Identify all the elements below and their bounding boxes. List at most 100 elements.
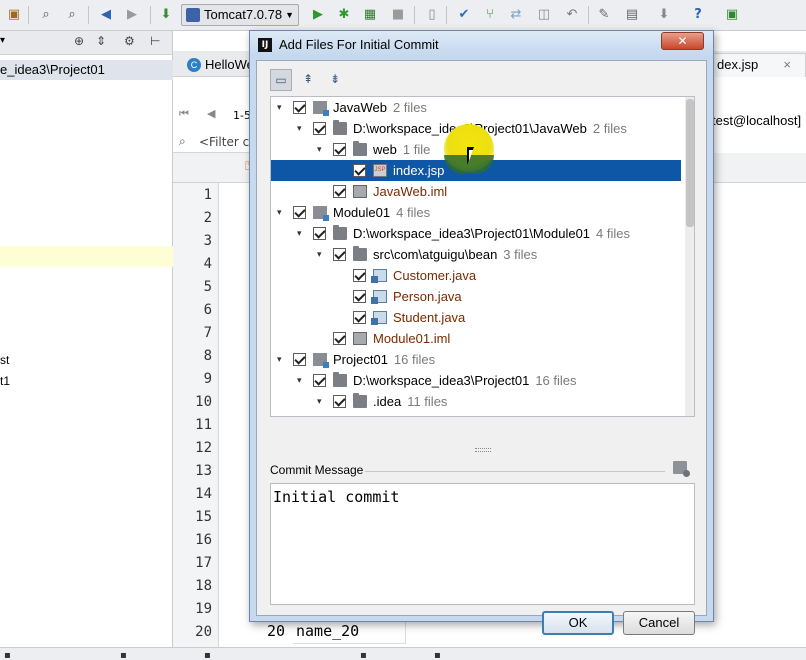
close-button[interactable]: ✕ [661, 32, 704, 50]
include-checkbox[interactable] [333, 185, 346, 198]
run-configuration-select[interactable]: Tomcat7.0.78 ▼ [181, 4, 299, 26]
build-icon[interactable]: ⬇ [158, 7, 174, 23]
include-checkbox[interactable] [313, 122, 326, 135]
vcs-update-icon[interactable]: ✔ [456, 7, 472, 23]
expand-arrow-icon[interactable]: ▾ [297, 118, 307, 139]
row-id-cell[interactable]: 20 [267, 622, 285, 640]
line-number: 13 [195, 463, 212, 479]
prev-page-icon[interactable]: ◀ [207, 107, 215, 120]
dialog-titlebar[interactable]: IJ Add Files For Initial Commit ✕ [250, 31, 713, 59]
tree-item-name: JavaWeb.iml [373, 184, 448, 199]
include-checkbox[interactable] [313, 227, 326, 240]
include-checkbox[interactable] [333, 248, 346, 261]
tree-row[interactable]: Customer.java [271, 265, 681, 286]
filter-input[interactable]: <Filter cr [199, 135, 254, 149]
include-checkbox[interactable] [333, 395, 346, 408]
scrollbar-thumb[interactable] [686, 99, 694, 227]
include-checkbox[interactable] [353, 290, 366, 303]
tree-row[interactable]: Student.java [271, 307, 681, 328]
line-number: 19 [195, 601, 212, 617]
include-checkbox[interactable] [293, 101, 306, 114]
back-arrow-icon[interactable]: ◀ [98, 7, 114, 23]
gear-icon[interactable]: ⚙ [124, 34, 135, 48]
include-checkbox[interactable] [293, 353, 306, 366]
tree-row[interactable]: Person.java [271, 286, 681, 307]
app-servers-tab[interactable]: ▪ [204, 650, 211, 660]
include-checkbox[interactable] [333, 332, 346, 345]
tree-row[interactable]: ▾ .idea 11 files [271, 391, 681, 412]
row-name-cell[interactable]: name_20 [296, 622, 359, 640]
vcs-compare-icon[interactable]: ⇄ [508, 7, 524, 23]
mobile-icon[interactable]: ▯ [424, 7, 440, 23]
include-checkbox[interactable] [293, 206, 306, 219]
dropdown-arrow-icon[interactable]: ▾ [0, 35, 5, 46]
row-number-gutter: 1 2 3 4 5 6 7 8 9 10 11 12 13 14 15 16 17 18 19 20 [173, 183, 219, 647]
ok-button[interactable]: OK [542, 611, 614, 635]
tree-scrollbar[interactable] [685, 97, 694, 416]
include-checkbox[interactable] [313, 374, 326, 387]
vcs-commit-icon[interactable]: ⑂ [482, 7, 498, 23]
tree-row[interactable]: Module01.iml [271, 328, 681, 349]
group-by-directory-icon[interactable]: ▭ [270, 69, 292, 91]
expand-arrow-icon[interactable]: ▾ [297, 223, 307, 244]
include-checkbox[interactable] [353, 269, 366, 282]
forward-arrow-icon[interactable]: ▶ [124, 7, 140, 23]
folder-icon [333, 372, 347, 387]
stop-icon[interactable]: ■ [390, 7, 406, 23]
java-enterprise-tab[interactable]: ▪ [434, 650, 441, 660]
vcs-history-icon[interactable]: ◫ [536, 7, 552, 23]
tree-row[interactable]: ▾ JavaWeb 2 files [271, 97, 681, 118]
tree-item-name: JavaWeb [333, 100, 387, 115]
first-page-icon[interactable]: ⏮ [179, 107, 189, 121]
replace-icon[interactable]: ⌕ [64, 7, 80, 23]
commit-message-history-icon[interactable] [673, 461, 690, 477]
expand-arrow-icon[interactable]: ▾ [317, 391, 327, 412]
include-checkbox[interactable] [353, 311, 366, 324]
terminal-tab[interactable]: ▪ [120, 650, 127, 660]
tree-row[interactable]: ▾ D:\workspace_idea3\Project01\Module01 4 … [271, 223, 681, 244]
project-path-row[interactable]: e_idea3\Project01 [0, 60, 173, 80]
tree-item-fragment[interactable]: st [0, 353, 9, 367]
splitter-handle[interactable] [475, 448, 491, 452]
expand-arrow-icon[interactable]: ▾ [277, 202, 287, 223]
project-path-label: e_idea3\Project01 [0, 62, 105, 77]
locate-icon[interactable]: ⊕ [74, 34, 84, 48]
filter-bar[interactable]: ⌕ <Filter cr [173, 131, 254, 153]
expand-arrow-icon[interactable]: ▾ [277, 349, 287, 370]
include-checkbox[interactable] [353, 164, 366, 177]
plugin-icon[interactable]: ▣ [724, 7, 740, 23]
project-structure-icon[interactable]: ▤ [624, 7, 640, 23]
hide-icon[interactable]: ⊢ [150, 34, 160, 48]
expand-arrow-icon[interactable]: ▾ [277, 97, 287, 118]
sdk-icon[interactable]: ⬇ [656, 7, 672, 23]
collapse-all-icon[interactable]: ⇟ [324, 69, 346, 91]
tree-row[interactable]: ▾ Module01 4 files [271, 202, 681, 223]
help-icon[interactable]: ? [690, 7, 706, 23]
tree-row[interactable]: ▾ D:\workspace_idea3\Project01 16 files [271, 370, 681, 391]
line-number: 9 [203, 371, 212, 387]
tree-row[interactable]: JavaWeb.iml [271, 181, 681, 202]
problems-tab[interactable]: ▪ [360, 650, 367, 660]
close-tab-icon[interactable]: × [783, 54, 791, 76]
collapse-icon[interactable]: ⇕ [96, 34, 106, 48]
tree-row[interactable]: ▾ Project01 16 files [271, 349, 681, 370]
tree-item-name: Module01 [333, 205, 391, 220]
expand-arrow-icon[interactable]: ▾ [317, 244, 327, 265]
include-checkbox[interactable] [333, 143, 346, 156]
expand-arrow-icon[interactable]: ▾ [317, 139, 327, 160]
expand-arrow-icon[interactable]: ▾ [297, 370, 307, 391]
tree-item-fragment[interactable]: t1 [0, 374, 10, 388]
cancel-button[interactable]: Cancel [623, 611, 695, 635]
tree-row[interactable]: ▾ src\com\atguigu\bean 3 files [271, 244, 681, 265]
find-icon[interactable]: ⌕ [38, 7, 54, 23]
revert-icon[interactable]: ↶ [564, 7, 580, 23]
tab-index-jsp[interactable]: dex.jsp × [710, 53, 806, 77]
expand-all-icon[interactable]: ⇞ [297, 69, 319, 91]
debug-icon[interactable]: ✱ [336, 7, 352, 23]
run-icon[interactable]: ▶ [310, 7, 326, 23]
clipboard-icon[interactable]: ▣ [6, 7, 22, 23]
commit-message-input[interactable]: Initial commit [270, 483, 695, 605]
settings-wrench-icon[interactable]: ✎ [596, 7, 612, 23]
version-control-tab[interactable]: ▪ [4, 650, 11, 660]
coverage-icon[interactable]: ▦ [362, 7, 378, 23]
